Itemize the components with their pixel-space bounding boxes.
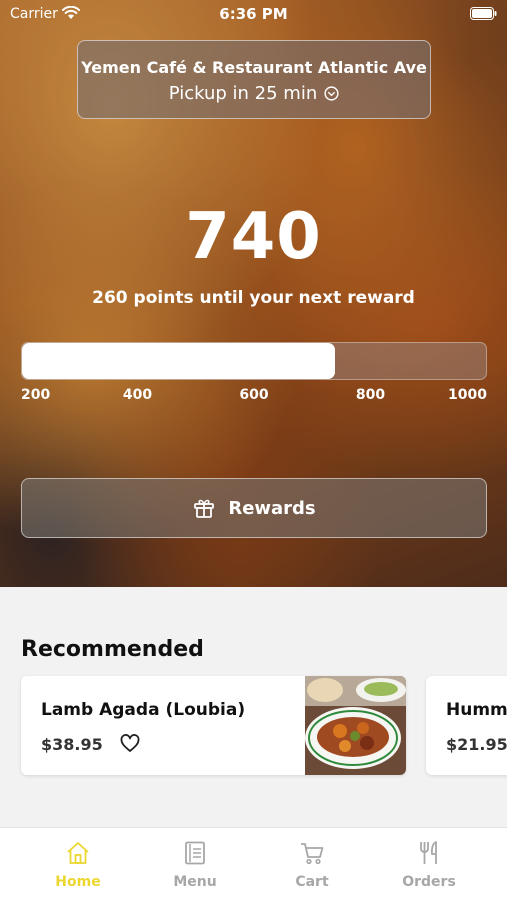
recommended-item-card[interactable]: Humm $21.95 [426, 676, 507, 775]
battery-icon [470, 7, 497, 20]
progress-tick-label: 400 [122, 387, 153, 403]
recommended-item-card[interactable]: Lamb Agada (Loubia) $38.95 [21, 676, 406, 775]
menu-icon [185, 841, 205, 865]
progress-tick-label: 800 [355, 387, 386, 403]
progress-tick-label: 1000 [448, 387, 487, 403]
tab-label: Orders [402, 874, 456, 890]
cart-icon [301, 843, 324, 865]
restaurant-name: Yemen Café & Restaurant Atlantic Ave [81, 58, 427, 77]
pickup-time-row[interactable]: Pickup in 25 min [78, 83, 430, 104]
tab-label: Menu [173, 874, 217, 890]
status-bar: Carrier 6:36 PM [0, 0, 507, 28]
recommended-heading: Recommended [21, 637, 204, 662]
rewards-button[interactable]: Rewards [21, 478, 487, 538]
points-until-reward: 260 points until your next reward [92, 288, 415, 308]
progress-tick-label: 200 [21, 387, 51, 403]
rewards-button-label: Rewards [228, 497, 316, 519]
rewards-progress-fill [22, 343, 336, 379]
tab-home[interactable]: Home [23, 828, 133, 900]
item-price: $38.95 [41, 735, 103, 754]
home-icon [67, 842, 89, 864]
location-selector[interactable]: Yemen Café & Restaurant Atlantic Ave Pic… [77, 40, 431, 119]
points-balance: 740 [185, 200, 322, 274]
progress-tick-label: 600 [239, 387, 269, 403]
bottom-tab-bar: Home Menu Cart Orders [0, 827, 507, 900]
chevron-down-circle-icon [324, 86, 339, 101]
tab-label: Cart [295, 874, 329, 890]
item-name: Lamb Agada (Loubia) [41, 700, 246, 720]
item-name: Humm [446, 700, 507, 720]
pickup-time-label: Pickup in 25 min [168, 83, 318, 104]
rewards-progress-bar [21, 342, 487, 380]
status-time: 6:36 PM [219, 5, 288, 23]
fork-knife-icon [420, 841, 437, 864]
tab-cart[interactable]: Cart [257, 828, 367, 900]
gift-icon [194, 499, 215, 518]
heart-icon[interactable] [120, 734, 140, 753]
tab-label: Home [55, 874, 101, 890]
tab-orders[interactable]: Orders [374, 828, 484, 900]
tab-menu[interactable]: Menu [140, 828, 250, 900]
item-price: $21.95 [446, 735, 507, 754]
food-photo [305, 676, 406, 775]
